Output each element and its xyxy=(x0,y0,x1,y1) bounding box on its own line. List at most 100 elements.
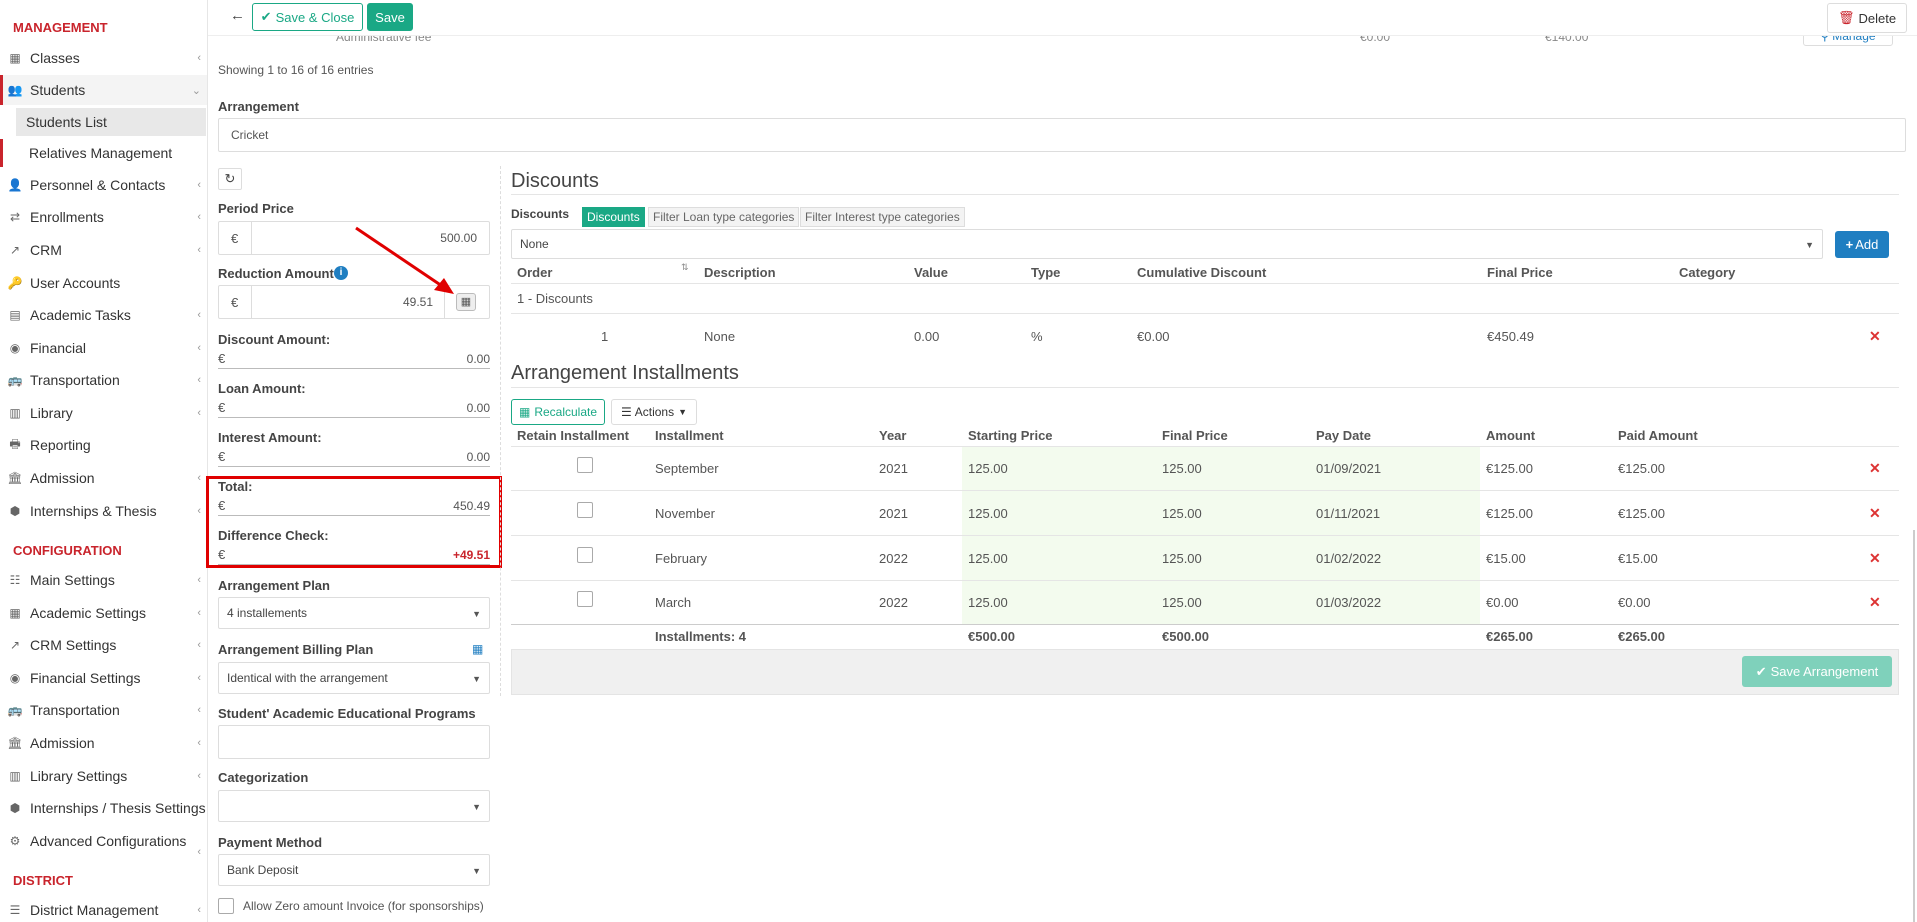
sidebar-item-district-management[interactable]: ☰ District Management ‹ xyxy=(0,895,207,922)
sidebar-item-transportation-settings[interactable]: 🚌 Transportation ‹ xyxy=(0,695,207,725)
remove-icon[interactable]: ✕ xyxy=(1869,328,1881,345)
remove-icon[interactable]: ✕ xyxy=(1869,460,1881,477)
save-close-button[interactable]: ✔ Save & Close xyxy=(252,3,363,31)
sidebar-item-admission-settings[interactable]: 🏛 Admission ‹ xyxy=(0,728,207,758)
arrangement-input[interactable]: Cricket xyxy=(218,118,1906,152)
sidebar-item-financial[interactable]: ◉ Financial ‹ xyxy=(0,333,207,363)
difference-check-label: Difference Check: xyxy=(218,528,329,543)
sidebar-item-admission[interactable]: 🏛 Admission ‹ xyxy=(0,463,207,493)
info-icon[interactable]: i xyxy=(334,266,348,280)
remove-icon[interactable]: ✕ xyxy=(1869,594,1881,611)
installment-starting-price[interactable]: 125.00 xyxy=(968,551,1008,566)
financial-icon: ◉ xyxy=(9,341,21,355)
installment-final-price[interactable]: 125.00 xyxy=(1162,506,1202,521)
installment-starting-price[interactable]: 125.00 xyxy=(968,506,1008,521)
retain-checkbox[interactable] xyxy=(577,547,593,563)
chevron-left-icon: ‹ xyxy=(197,179,201,191)
sidebar-item-academic-settings[interactable]: ▦ Academic Settings ‹ xyxy=(0,598,207,628)
sidebar-item-students[interactable]: 👥 Students ⌄ xyxy=(0,75,207,105)
arrangement-plan-select[interactable]: 4 installements ▼ xyxy=(218,597,490,629)
total-final-price: €500.00 xyxy=(1162,629,1209,644)
chevron-left-icon: ‹ xyxy=(197,639,201,651)
installment-final-price[interactable]: 125.00 xyxy=(1162,461,1202,476)
arrangement-value: Cricket xyxy=(231,128,269,142)
tab-filter-interest[interactable]: Filter Interest type categories xyxy=(800,207,965,227)
actions-dropdown[interactable]: ☰ Actions ▼ xyxy=(611,399,697,425)
installment-final-price[interactable]: 125.00 xyxy=(1162,551,1202,566)
payment-method-select[interactable]: Bank Deposit ▼ xyxy=(218,854,490,886)
discount-final-price: €450.49 xyxy=(1487,329,1534,344)
installment-amount: €125.00 xyxy=(1486,506,1533,521)
personnel-icon: 👤 xyxy=(7,178,23,192)
billing-plan-value: Identical with the arrangement xyxy=(227,671,388,685)
recalculate-button[interactable]: ▦ Recalculate xyxy=(511,399,605,425)
save-arrangement-button[interactable]: ✔ Save Arrangement xyxy=(1742,656,1892,687)
sidebar-item-classes[interactable]: ▦ Classes ‹ xyxy=(0,43,207,73)
installment-final-price[interactable]: 125.00 xyxy=(1162,595,1202,610)
section-title-management: MANAGEMENT xyxy=(13,20,108,35)
sidebar-item-personnel[interactable]: 👤 Personnel & Contacts ‹ xyxy=(0,170,207,200)
installment-pay-date[interactable]: 01/02/2022 xyxy=(1316,551,1381,566)
discount-type: % xyxy=(1031,329,1043,344)
section-title-district: DISTRICT xyxy=(13,873,73,888)
sidebar-subitem-relatives-management[interactable]: Relatives Management xyxy=(0,139,207,167)
installment-pay-date[interactable]: 01/03/2022 xyxy=(1316,595,1381,610)
sidebar-item-internships-settings[interactable]: ⬢ Internships / Thesis Settings xyxy=(0,793,207,823)
discount-select[interactable]: None ▼ xyxy=(511,229,1823,259)
interest-value: 0.00 xyxy=(466,450,490,464)
col-order[interactable]: Order xyxy=(517,265,552,280)
sidebar-subitem-students-list[interactable]: Students List xyxy=(16,108,206,136)
add-discount-button[interactable]: + Add xyxy=(1835,231,1889,258)
sidebar-item-label: Academic Tasks xyxy=(30,307,131,323)
zero-invoice-label: Allow Zero amount Invoice (for sponsorsh… xyxy=(243,899,484,913)
discount-select-value: None xyxy=(520,237,549,251)
divider xyxy=(511,313,1899,314)
transportation-icon: 🚌 xyxy=(7,703,23,717)
sidebar-item-financial-settings[interactable]: ◉ Financial Settings ‹ xyxy=(0,663,207,693)
tab-filter-loan[interactable]: Filter Loan type categories xyxy=(648,207,800,227)
sidebar-item-crm-settings[interactable]: ↗ CRM Settings ‹ xyxy=(0,630,207,660)
installment-starting-price[interactable]: 125.00 xyxy=(968,461,1008,476)
col-starting-price: Starting Price xyxy=(968,428,1053,443)
programs-input[interactable] xyxy=(218,725,490,759)
delete-button[interactable]: 🗑 Delete xyxy=(1827,3,1907,33)
sidebar-item-library[interactable]: ▥ Library ‹ xyxy=(0,398,207,428)
zero-invoice-checkbox[interactable] xyxy=(218,898,234,914)
sidebar-item-label: Transportation xyxy=(30,372,120,388)
retain-checkbox[interactable] xyxy=(577,457,593,473)
sidebar-item-user-accounts[interactable]: 🔑 User Accounts xyxy=(0,268,207,298)
sidebar-item-transportation[interactable]: 🚌 Transportation ‹ xyxy=(0,365,207,395)
retain-checkbox[interactable] xyxy=(577,502,593,518)
scrollbar[interactable] xyxy=(1913,530,1915,922)
installment-starting-price[interactable]: 125.00 xyxy=(968,595,1008,610)
user-accounts-icon: 🔑 xyxy=(7,276,23,290)
sidebar-item-internships[interactable]: ⬢ Internships & Thesis ‹ xyxy=(0,496,207,526)
back-arrow-icon[interactable]: ← xyxy=(230,7,245,24)
total-starting-price: €500.00 xyxy=(968,629,1015,644)
installment-pay-date[interactable]: 01/11/2021 xyxy=(1316,506,1380,521)
sidebar-item-crm[interactable]: ↗ CRM ‹ xyxy=(0,235,207,265)
sidebar-item-advanced-configurations[interactable]: ⚙ Advanced Configurations ‹ xyxy=(0,826,207,858)
installment-paid-amount: €15.00 xyxy=(1618,551,1658,566)
top-toolbar: ← ✔ Save & Close Save 🗑 Delete xyxy=(208,0,1917,36)
remove-icon[interactable]: ✕ xyxy=(1869,505,1881,522)
sidebar-item-label: Financial Settings xyxy=(30,670,141,686)
sidebar-item-main-settings[interactable]: ☷ Main Settings ‹ xyxy=(0,565,207,595)
sidebar-item-enrollments[interactable]: ⇄ Enrollments ‹ xyxy=(0,202,207,232)
divider xyxy=(511,624,1899,625)
tab-discounts[interactable]: Discounts xyxy=(582,207,645,227)
sidebar-item-library-settings[interactable]: ▥ Library Settings ‹ xyxy=(0,761,207,791)
remove-icon[interactable]: ✕ xyxy=(1869,550,1881,567)
installment-pay-date[interactable]: 01/09/2021 xyxy=(1316,461,1381,476)
sidebar-item-label: Advanced Configurations xyxy=(30,833,187,849)
col-final-price: Final Price xyxy=(1162,428,1228,443)
sort-icon[interactable]: ⇅ xyxy=(681,262,689,273)
save-button[interactable]: Save xyxy=(367,3,413,31)
calculator-icon[interactable]: ▦ xyxy=(472,642,483,656)
sidebar-item-academic-tasks[interactable]: ▤ Academic Tasks ‹ xyxy=(0,300,207,330)
categorization-select[interactable]: ▼ xyxy=(218,790,490,822)
billing-plan-select[interactable]: Identical with the arrangement ▼ xyxy=(218,662,490,694)
sidebar-item-reporting[interactable]: 🖶 Reporting xyxy=(0,430,207,460)
retain-checkbox[interactable] xyxy=(577,591,593,607)
refresh-button[interactable]: ↻ xyxy=(218,168,242,190)
